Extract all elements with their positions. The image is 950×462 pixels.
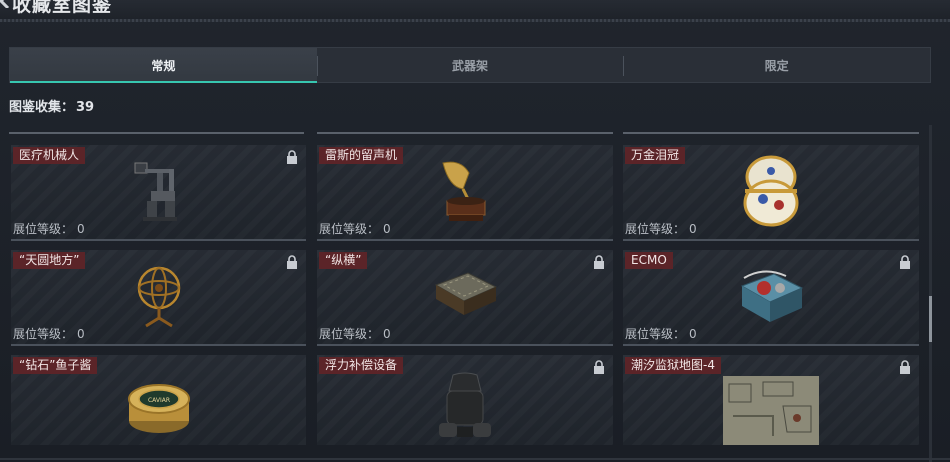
- level-label: 展位等级：: [319, 327, 380, 341]
- collection-card-gramophone[interactable]: 雷斯的留声机 展位等级： 0: [317, 145, 613, 241]
- level-value: 0: [383, 222, 391, 236]
- page-title: 收藏室图鉴: [12, 0, 113, 16]
- card-level: 展位等级： 0: [625, 325, 697, 342]
- lock-icon: [900, 255, 910, 269]
- scrolled-card-edge: [317, 125, 613, 134]
- card-name: 雷斯的留声机: [319, 147, 404, 164]
- level-value: 0: [689, 327, 697, 341]
- collection-card-jeweled-egg[interactable]: 万金泪冠 展位等级： 0: [623, 145, 919, 241]
- scrolled-card-edge: [623, 125, 919, 134]
- level-label: 展位等级：: [13, 222, 74, 236]
- tab-regular[interactable]: 常规: [10, 48, 317, 83]
- title-divider: [0, 19, 950, 22]
- lock-icon: [594, 255, 604, 269]
- ecmo-machine-icon: [740, 270, 804, 322]
- lock-icon: [594, 360, 604, 374]
- level-label: 展位等级：: [625, 222, 686, 236]
- level-label: 展位等级：: [13, 327, 74, 341]
- card-name: “钻石”鱼子酱: [13, 357, 98, 374]
- lock-icon: [287, 150, 297, 164]
- lock-icon: [900, 360, 910, 374]
- prison-map-icon: [723, 375, 819, 445]
- collection-card-prison-map[interactable]: 潮汐监狱地图-4: [623, 355, 919, 445]
- collection-card-armillary-sphere[interactable]: “天圆地方” 展位等级： 0: [11, 250, 306, 346]
- medical-robot-icon: [134, 162, 177, 221]
- card-level: 展位等级： 0: [625, 220, 697, 237]
- collection-page: 收藏室图鉴 常规 武器架 限定 图鉴收集： 39 医疗机械人 展位等级： 0 雷…: [0, 0, 950, 462]
- scrolled-card-edge: [9, 125, 304, 134]
- card-level: 展位等级： 0: [319, 220, 391, 237]
- level-value: 0: [383, 327, 391, 341]
- bottom-divider: [0, 458, 950, 460]
- level-label: 展位等级：: [625, 327, 686, 341]
- card-name: ECMO: [625, 252, 673, 269]
- chess-board-icon: [434, 272, 498, 315]
- caviar-tin-label: CAVIAR: [147, 397, 169, 404]
- title-bar: 收藏室图鉴: [0, 0, 950, 22]
- card-name: 医疗机械人: [13, 147, 86, 164]
- card-level: 展位等级： 0: [13, 325, 85, 342]
- lock-icon: [287, 255, 297, 269]
- scrollbar-track[interactable]: [929, 125, 932, 462]
- tab-bar: 常规 武器架 限定: [9, 47, 931, 83]
- card-level: 展位等级： 0: [13, 220, 85, 237]
- card-level: 展位等级： 0: [319, 325, 391, 342]
- collection-card-caviar[interactable]: “钻石”鱼子酱 CAVIAR: [11, 355, 306, 445]
- buoyancy-device-icon: [439, 372, 491, 438]
- caviar-tin-icon: CAVIAR: [127, 384, 190, 434]
- collection-grid: 医疗机械人 展位等级： 0 雷斯的留声机 展位等级： 0 万金泪冠 展位等级： …: [9, 125, 921, 462]
- card-name: 潮汐监狱地图-4: [625, 357, 721, 374]
- armillary-sphere-icon: [137, 266, 180, 328]
- collection-card-buoyancy-device[interactable]: 浮力补偿设备: [317, 355, 613, 445]
- collection-card-medical-robot[interactable]: 医疗机械人 展位等级： 0: [11, 145, 306, 241]
- card-name: “天圆地方”: [13, 252, 86, 269]
- collection-count-value: 39: [76, 100, 95, 115]
- collection-card-ecmo[interactable]: ECMO 展位等级： 0: [623, 250, 919, 346]
- level-value: 0: [77, 222, 85, 236]
- level-value: 0: [77, 327, 85, 341]
- level-value: 0: [689, 222, 697, 236]
- card-name: 浮力补偿设备: [319, 357, 404, 374]
- card-name: “纵横”: [319, 252, 368, 269]
- jeweled-egg-icon: [743, 155, 799, 227]
- card-name: 万金泪冠: [625, 147, 686, 164]
- scrollbar-thumb[interactable]: [929, 296, 932, 342]
- collection-card-chess-board[interactable]: “纵横” 展位等级： 0: [317, 250, 613, 346]
- level-label: 展位等级：: [319, 222, 380, 236]
- tab-weapon-rack[interactable]: 武器架: [316, 48, 624, 82]
- tab-limited[interactable]: 限定: [623, 48, 930, 82]
- back-arrow-icon[interactable]: [0, 0, 10, 8]
- gramophone-icon: [442, 161, 486, 221]
- collection-count: 图鉴收集： 39: [9, 96, 94, 115]
- collection-count-label: 图鉴收集：: [9, 100, 75, 115]
